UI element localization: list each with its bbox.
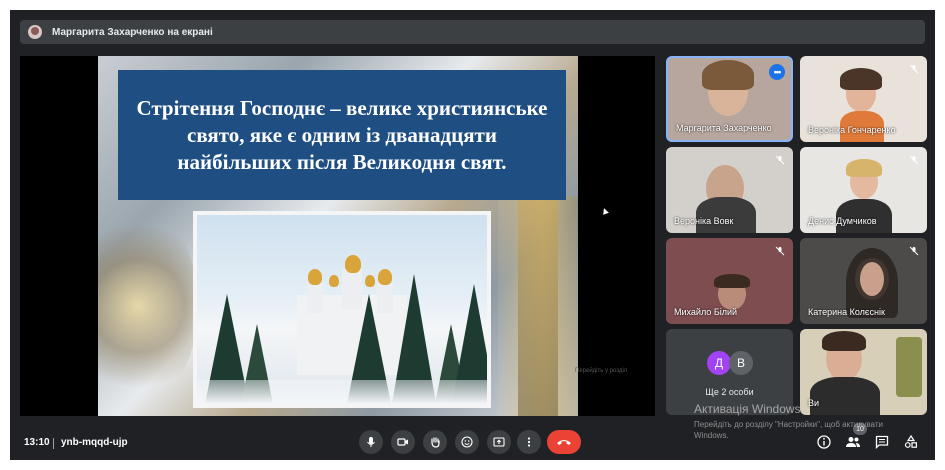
mic-icon [367, 437, 375, 447]
slide-title: Стрітення Господнє – велике християнське… [136, 95, 548, 174]
presenting-banner: Маргарита Захарченко на екрані [20, 20, 925, 44]
more-options-button[interactable] [517, 430, 541, 454]
others-avatar: В [729, 351, 753, 375]
self-tile[interactable]: Ви [800, 329, 927, 415]
mic-off-icon [907, 244, 921, 258]
mic-off-icon [907, 62, 921, 76]
participant-name: Маргарита Захарченко [676, 123, 772, 133]
participant-name: Вероніка Гончаренко [808, 125, 896, 135]
activities-shapes-icon [904, 435, 918, 448]
slide-decoration-candle [518, 196, 558, 416]
participant-name: Ви [808, 398, 820, 408]
slide-hint-text: Перейдіть у розділ [575, 368, 628, 374]
hang-up-icon [557, 440, 571, 445]
camera-icon [397, 438, 408, 446]
slide-decoration-left [98, 206, 198, 406]
mouse-cursor-icon [601, 207, 609, 215]
emoji-button[interactable] [455, 430, 479, 454]
slide-church-photo [193, 211, 491, 408]
participant-tile[interactable]: Денис Думчиков [800, 147, 927, 233]
windows-activation-subtitle: Перейдіть до розділу "Настройки", щоб ак… [694, 420, 883, 440]
activities-button[interactable] [902, 433, 920, 451]
emoji-icon [461, 436, 473, 448]
mic-off-icon [773, 244, 787, 258]
leave-call-button[interactable] [547, 430, 581, 454]
hand-icon [431, 437, 440, 448]
more-vert-icon [527, 437, 531, 447]
others-label: Ще 2 особи [705, 387, 754, 397]
meet-window: Маргарита Захарченко на екрані Стрітення… [10, 10, 935, 460]
raise-hand-button[interactable] [423, 430, 447, 454]
participant-name: Катерина Колєснік [808, 307, 885, 317]
presentation-stage[interactable]: Стрітення Господнє – велике християнське… [20, 56, 655, 416]
present-screen-icon [493, 437, 505, 447]
mic-button[interactable] [359, 430, 383, 454]
participant-name: Вероніка Вовк [674, 216, 734, 226]
slide-title-box: Стрітення Господнє – велике християнське… [118, 70, 566, 200]
present-button[interactable] [487, 430, 511, 454]
participant-tile[interactable]: Михайло Білий [666, 238, 793, 324]
mic-off-icon [773, 153, 787, 167]
participant-tile[interactable]: ••• Маргарита Захарченко [666, 56, 793, 142]
participant-name: Михайло Білий [674, 307, 738, 317]
meeting-time: 13:10 [24, 437, 50, 448]
presentation-slide: Стрітення Господнє – велике християнське… [98, 56, 578, 416]
participant-tile[interactable]: Вероніка Вовк [666, 147, 793, 233]
participant-tile[interactable]: Вероніка Гончаренко [800, 56, 927, 142]
windows-activation-title: Активація Windows [694, 402, 801, 416]
presenter-text: Маргарита Захарченко на екрані [52, 26, 213, 38]
participant-name: Денис Думчиков [808, 216, 877, 226]
presenter-avatar [28, 25, 42, 39]
more-options-icon[interactable]: ••• [769, 64, 785, 80]
divider [53, 438, 54, 449]
meeting-code: ynb-mqqd-ujp [61, 437, 128, 448]
others-avatar: Д [707, 351, 731, 375]
participant-tile[interactable]: Катерина Колєснік [800, 238, 927, 324]
mic-off-icon [907, 153, 921, 167]
camera-button[interactable] [391, 430, 415, 454]
